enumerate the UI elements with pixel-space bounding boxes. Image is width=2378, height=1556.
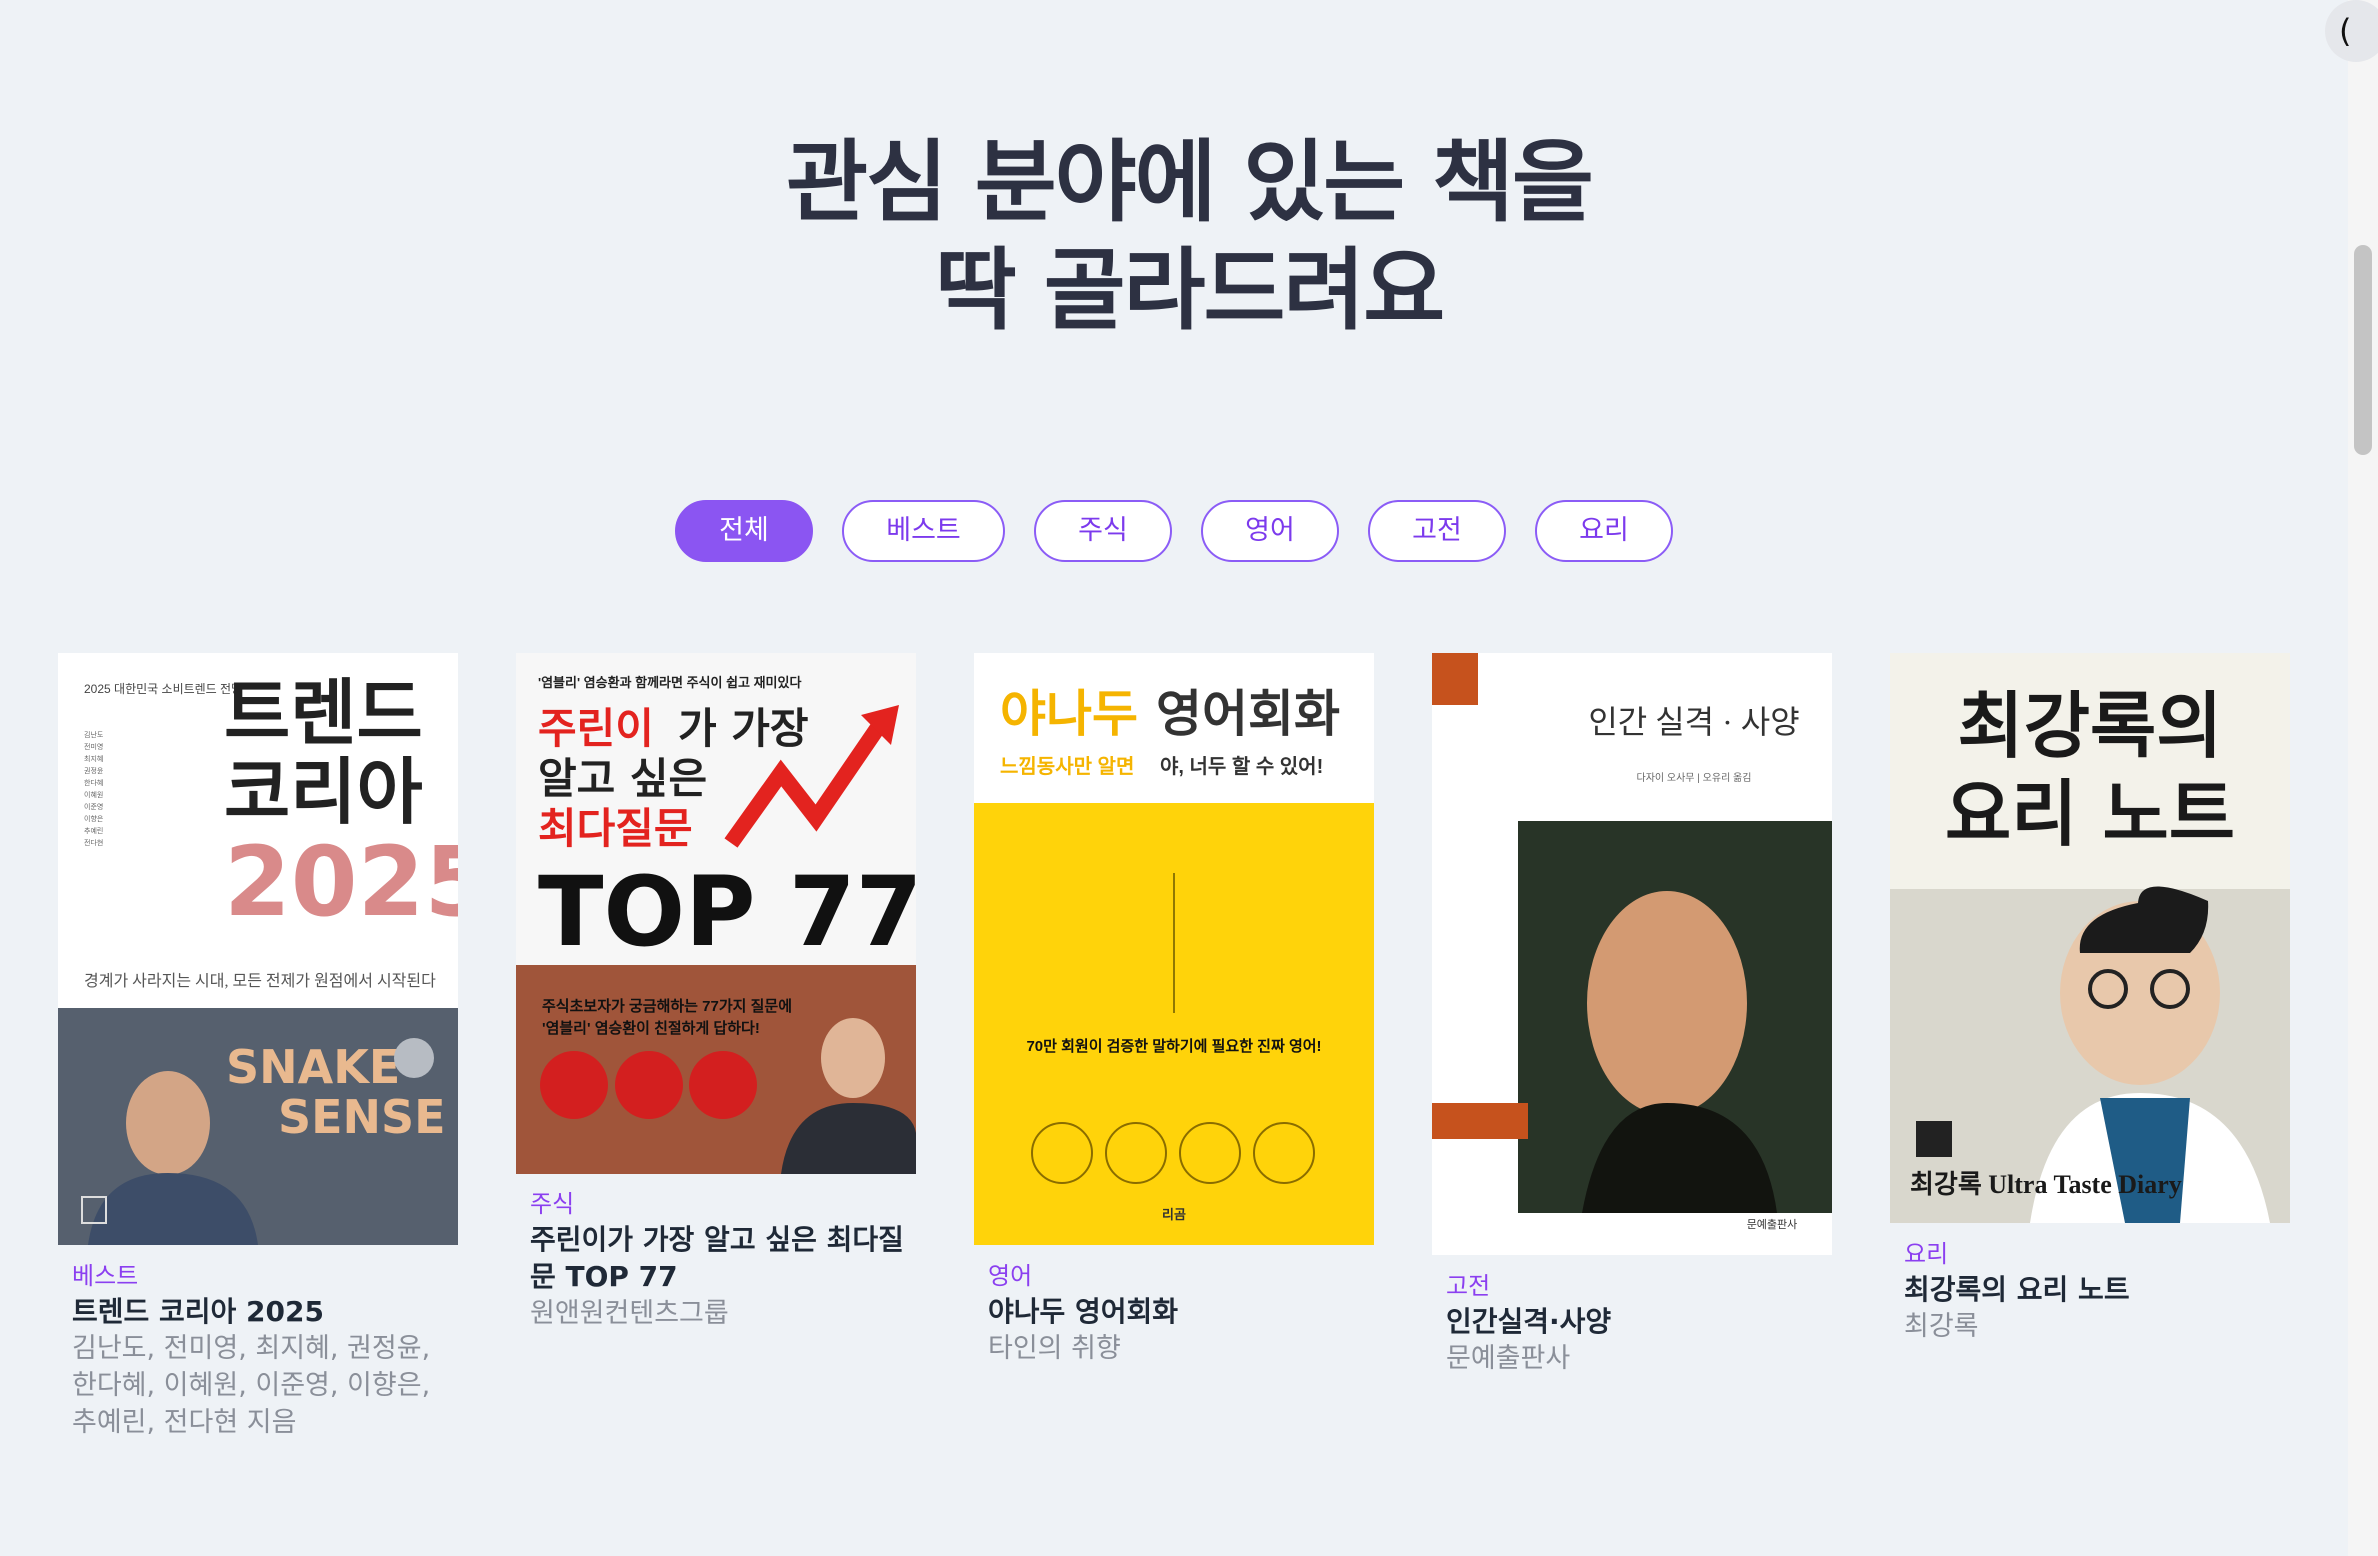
book-meta: 고전 인간실격·사양 문예출판사 (1446, 1269, 1832, 1377)
cover-publisher: 리곰 (1162, 1207, 1186, 1222)
svg-text:이혜원: 이혜원 (84, 790, 103, 799)
book-cover-cooking-note[interactable]: 최강록의 요리 노트 최강록 Ultra Taste Diary (1890, 653, 2290, 1223)
svg-text:추예린: 추예린 (84, 826, 103, 835)
cover-title-2: 코리아 (224, 750, 423, 834)
cover-line-1: 최강록의 (1958, 683, 2223, 768)
category-tabs: 전체 베스트 주식 영어 고전 요리 (0, 500, 2350, 566)
book-cover-trend-korea[interactable]: 2025 대한민국 소비트렌드 전망 김난도전미영최지혜 권정윤한다혜이혜원 이… (58, 653, 458, 1245)
cover-tagline: 경계가 사라지는 시대, 모든 전제가 원점에서 시작된다 (84, 972, 436, 990)
book-category[interactable]: 고전 (1446, 1269, 1832, 1303)
chat-bubble-icon[interactable]: ( (2325, 0, 2378, 62)
book-category[interactable]: 요리 (1904, 1237, 2290, 1271)
book-meta: 요리 최강록의 요리 노트 최강록 (1904, 1237, 2290, 1345)
cover-author-line: 다자이 오사무 | 오유리 옮김 (1637, 772, 1752, 784)
svg-text:김난도: 김난도 (84, 730, 104, 739)
cover-sub-2: '염블리' 염승환이 친절하게 답하다! (542, 1019, 760, 1037)
cover-publisher: 문예출판사 (1747, 1218, 1798, 1231)
svg-text:이준영: 이준영 (84, 802, 103, 811)
cover-top77: TOP 77 (538, 856, 916, 968)
book-meta: 주식 주린이가 가장 알고 싶은 최다질문 TOP 77 원앤원컨텐츠그룹 (530, 1187, 916, 1332)
cover-line-1b: 가 가장 (678, 704, 809, 753)
cover-sub-1: 주식초보자가 궁금해하는 77가지 질문에 (542, 997, 792, 1015)
headline-line-1: 관심 분야에 있는 책을 (786, 130, 1594, 234)
book-title[interactable]: 주린이가 가장 알고 싶은 최다질문 TOP 77 (530, 1221, 916, 1295)
book-cover-no-longer-human[interactable]: 인간 실격 · 사양 다자이 오사무 | 오유리 옮김 문예출판사 (1432, 653, 1832, 1255)
tab-classics[interactable]: 고전 (1368, 500, 1506, 562)
cover-line-2: 알고 싶은 (538, 754, 707, 803)
svg-text:한다혜: 한다혜 (84, 778, 103, 787)
cover-title-2: 영어회화 (1156, 685, 1340, 743)
tab-cooking[interactable]: 요리 (1535, 500, 1673, 562)
book-author: 최강록 (1904, 1311, 1979, 1342)
book-category[interactable]: 베스트 (72, 1259, 458, 1293)
book-author: 문예출판사 (1446, 1343, 1571, 1374)
book-title[interactable]: 최강록의 요리 노트 (1904, 1271, 2290, 1308)
headline-line-2: 딱 골라드려요 (934, 238, 1445, 342)
cover-title-1: 트렌드 (224, 671, 423, 755)
cover-title: 인간 실격 · 사양 (1588, 704, 1799, 740)
book-author: 원앤원컨텐츠그룹 (530, 1298, 729, 1329)
book-cover-top77[interactable]: '염블리' 염승환과 함께라면 주식이 쉽고 재미있다 주린이 가 가장 알고 … (516, 653, 916, 1174)
cover-sub-red: 느낌동사만 알면 (1000, 755, 1134, 778)
book-cover-yanadoo[interactable]: 야나두 영어회화 느낌동사만 알면 야, 너두 할 수 있어! 70만 회원이 … (974, 653, 1374, 1245)
cover-title-1: 야나두 (1000, 685, 1138, 743)
cover-top-line: '염블리' 염승환과 함께라면 주식이 쉽고 재미있다 (538, 675, 801, 690)
book-title[interactable]: 야나두 영어회화 (988, 1293, 1374, 1330)
book-title[interactable]: 트렌드 코리아 2025 (72, 1293, 458, 1330)
page-headline: 관심 분야에 있는 책을 딱 골라드려요 (0, 128, 2378, 344)
book-category[interactable]: 영어 (988, 1259, 1374, 1293)
cover-claim: 70만 회원이 검증한 말하기에 필요한 진짜 영어! (1026, 1037, 1321, 1055)
svg-text:전미영: 전미영 (84, 742, 103, 751)
svg-text:이향은: 이향은 (84, 814, 104, 823)
tab-stocks[interactable]: 주식 (1034, 500, 1172, 562)
cover-line-2: 요리 노트 (1945, 771, 2235, 856)
book-author: 타인의 취향 (988, 1333, 1121, 1364)
book-author: 김난도, 전미영, 최지혜, 권정윤, 한다혜, 이혜원, 이준영, 이향은, … (72, 1333, 431, 1438)
cover-snake: SNAKE (226, 1040, 400, 1094)
cover-line-3: 최다질문 (538, 804, 693, 853)
book-meta: 베스트 트렌드 코리아 2025 김난도, 전미영, 최지혜, 권정윤, 한다혜… (72, 1259, 458, 1441)
cover-footer: 최강록 Ultra Taste Diary (1910, 1170, 2182, 1199)
book-meta: 영어 야나두 영어회화 타인의 취향 (988, 1259, 1374, 1367)
book-title[interactable]: 인간실격·사양 (1446, 1303, 1832, 1340)
tab-best[interactable]: 베스트 (842, 500, 1005, 562)
cover-line-1a: 주린이 (538, 704, 654, 753)
cover-sub-black: 야, 너두 할 수 있어! (1160, 755, 1323, 778)
cover-kicker: 2025 대한민국 소비트렌드 전망 (84, 682, 242, 696)
svg-text:최지혜: 최지혜 (84, 754, 103, 763)
svg-text:권정윤: 권정윤 (84, 766, 104, 775)
book-category[interactable]: 주식 (530, 1187, 916, 1221)
svg-text:전다현: 전다현 (84, 838, 103, 847)
tab-english[interactable]: 영어 (1201, 500, 1339, 562)
cover-sense: SENSE (278, 1090, 446, 1144)
cover-year: 2025 (224, 826, 458, 938)
tab-all[interactable]: 전체 (675, 500, 813, 562)
